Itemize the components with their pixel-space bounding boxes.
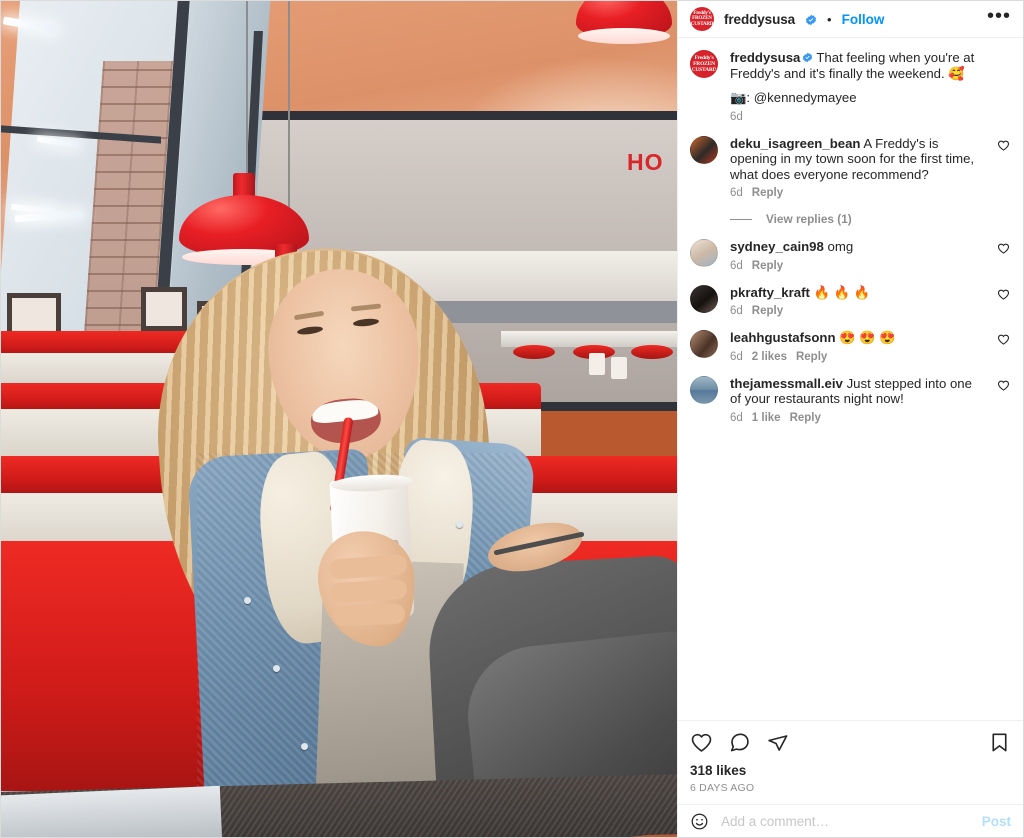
view-replies-button[interactable]: View replies (1) bbox=[730, 212, 1011, 226]
comment-likes[interactable]: 2 likes bbox=[752, 351, 787, 363]
smiley-face-icon[interactable] bbox=[690, 812, 709, 831]
header-username[interactable]: freddysusa bbox=[724, 12, 795, 27]
follow-button[interactable]: Follow bbox=[842, 12, 885, 27]
post-media[interactable]: HO bbox=[1, 1, 677, 837]
comment-username[interactable]: deku_isagreen_bean bbox=[730, 136, 860, 151]
comment-reply-button[interactable]: Reply bbox=[752, 305, 783, 317]
comment-item: pkrafty_kraft 🔥 🔥 🔥 6d Reply bbox=[690, 284, 1011, 318]
subject-finger bbox=[330, 579, 408, 603]
comment-time: 6d bbox=[730, 259, 743, 272]
caption-time: 6d bbox=[730, 110, 743, 123]
caption-credit: 📷: @kennedymayee bbox=[730, 90, 857, 105]
comment-meta: 6d Reply bbox=[730, 187, 985, 199]
comment-like-icon[interactable] bbox=[997, 376, 1011, 424]
comment-avatar[interactable] bbox=[690, 135, 718, 164]
comment-username[interactable]: leahhgustafsonn bbox=[730, 330, 836, 345]
verified-badge-icon bbox=[802, 51, 814, 63]
header-separator: • bbox=[827, 11, 832, 27]
freddys-logo-icon: Freddy's FROZEN CUSTARD bbox=[690, 10, 714, 27]
instagram-post: HO Freddy's FROZEN CUSTARD freddysusa • … bbox=[0, 0, 1024, 838]
jacket-button bbox=[273, 665, 280, 672]
comment-reply-button[interactable]: Reply bbox=[790, 412, 821, 424]
comment-reply-button[interactable]: Reply bbox=[752, 187, 783, 199]
comment-body: omg bbox=[827, 239, 854, 254]
post-sidebar: Freddy's FROZEN CUSTARD freddysusa • Foll… bbox=[677, 1, 1023, 837]
floor-edge bbox=[1, 785, 223, 837]
comment-username[interactable]: pkrafty_kraft bbox=[730, 285, 810, 300]
post-timestamp: 6 DAYS AGO bbox=[690, 782, 755, 794]
heart-icon[interactable] bbox=[690, 731, 713, 754]
comment-item: deku_isagreen_bean A Freddy's is opening… bbox=[690, 135, 1011, 200]
pendant-lamp bbox=[576, 1, 672, 59]
comment-bubble-icon[interactable] bbox=[728, 731, 751, 754]
post-actions: 318 likes 6 DAYS AGO bbox=[678, 720, 1023, 804]
post-comment-button[interactable]: Post bbox=[982, 814, 1011, 829]
comment-time: 6d bbox=[730, 350, 743, 363]
more-options-icon[interactable]: ••• bbox=[987, 6, 1011, 26]
comment-meta: 6d Reply bbox=[730, 260, 985, 272]
replies-dash-icon bbox=[730, 218, 752, 220]
post-photo: HO bbox=[1, 1, 677, 837]
comment-body: 🔥 🔥 🔥 bbox=[813, 284, 871, 300]
wall-sign-text: HO bbox=[627, 149, 664, 175]
post-header: Freddy's FROZEN CUSTARD freddysusa • Foll… bbox=[678, 1, 1023, 38]
comment-meta: 6d Reply bbox=[730, 305, 985, 317]
view-replies-label: View replies (1) bbox=[766, 212, 852, 226]
comment-body: 😍 😍 😍 bbox=[839, 330, 896, 345]
comment-username[interactable]: thejamessmall.eiv bbox=[730, 376, 843, 391]
comment-reply-button[interactable]: Reply bbox=[796, 351, 827, 363]
likes-count[interactable]: 318 likes bbox=[690, 763, 1011, 778]
comment-text: pkrafty_kraft 🔥 🔥 🔥 bbox=[730, 285, 985, 301]
bookmark-icon[interactable] bbox=[988, 731, 1011, 754]
caption-username[interactable]: freddysusa bbox=[730, 50, 800, 65]
bar-stool bbox=[631, 345, 673, 359]
freddys-logo-icon: Freddy's FROZEN CUSTARD bbox=[691, 54, 717, 74]
verified-badge-icon bbox=[805, 13, 817, 26]
add-comment-input[interactable] bbox=[721, 813, 970, 829]
comment-likes[interactable]: 1 like bbox=[752, 412, 781, 424]
comment-text: leahhgustafsonn 😍 😍 😍 bbox=[730, 330, 985, 346]
action-icons-row bbox=[690, 729, 1011, 758]
caption-text-line: freddysusa That feeling when you're at Fr… bbox=[730, 50, 1011, 81]
comment-item: sydney_cain98 omg 6d Reply bbox=[690, 239, 1011, 272]
comment-avatar[interactable] bbox=[690, 330, 718, 358]
post-caption: Freddy's FROZEN CUSTARD freddysusa That fe… bbox=[690, 50, 1011, 123]
avatar[interactable]: Freddy's FROZEN CUSTARD bbox=[690, 7, 714, 31]
comment-like-icon[interactable] bbox=[997, 239, 1011, 272]
comment-meta: 6d 2 likes Reply bbox=[730, 351, 985, 363]
table-cup bbox=[611, 357, 627, 379]
jacket-button bbox=[456, 521, 463, 528]
caption-meta: 6d bbox=[730, 111, 1011, 123]
comment-reply-button[interactable]: Reply bbox=[752, 260, 783, 272]
comment-like-icon[interactable] bbox=[997, 330, 1011, 363]
jacket-button bbox=[301, 743, 308, 750]
comment-meta: 6d 1 like Reply bbox=[730, 412, 985, 424]
comment-time: 6d bbox=[730, 305, 743, 317]
bar-stool bbox=[513, 345, 555, 359]
subject-finger bbox=[332, 603, 406, 627]
jacket-button bbox=[244, 597, 251, 604]
comment-item: leahhgustafsonn 😍 😍 😍 6d 2 likes Reply bbox=[690, 330, 1011, 363]
wall-picture-frame bbox=[141, 287, 187, 331]
add-comment-bar: Post bbox=[678, 804, 1023, 837]
comment-avatar[interactable] bbox=[690, 375, 718, 404]
lamp-cord bbox=[246, 1, 248, 181]
comment-username[interactable]: sydney_cain98 bbox=[730, 239, 824, 254]
comment-item: thejamessmall.eiv Just stepped into one … bbox=[690, 375, 1011, 424]
caption-avatar[interactable]: Freddy's FROZEN CUSTARD bbox=[690, 50, 718, 78]
comment-text: deku_isagreen_bean A Freddy's is opening… bbox=[730, 136, 985, 183]
share-paperplane-icon[interactable] bbox=[766, 731, 789, 754]
comment-time: 6d bbox=[730, 187, 743, 199]
comment-text: sydney_cain98 omg bbox=[730, 239, 985, 255]
comment-avatar[interactable] bbox=[690, 284, 718, 313]
comment-like-icon[interactable] bbox=[997, 136, 1011, 200]
comments-list[interactable]: Freddy's FROZEN CUSTARD freddysusa That fe… bbox=[678, 38, 1023, 720]
comment-like-icon[interactable] bbox=[997, 285, 1011, 318]
comment-text: thejamessmall.eiv Just stepped into one … bbox=[730, 376, 985, 407]
table-cup bbox=[589, 353, 605, 375]
comment-time: 6d bbox=[730, 411, 743, 424]
comment-avatar[interactable] bbox=[690, 239, 718, 267]
